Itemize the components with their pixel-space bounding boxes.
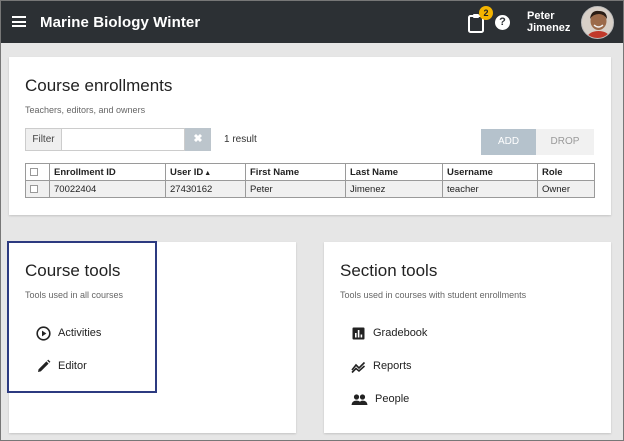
filter-input[interactable] xyxy=(61,128,185,151)
section-tools-title: Section tools xyxy=(340,261,438,280)
hamburger-menu-icon[interactable] xyxy=(12,16,26,27)
row-checkbox[interactable] xyxy=(30,184,38,193)
select-all-cell[interactable] xyxy=(25,163,50,181)
course-tools-subtitle: Tools used in all courses xyxy=(25,290,124,300)
filter-label: Filter xyxy=(25,128,62,151)
close-icon: ✖ xyxy=(193,133,203,145)
tool-reports-label: Reports xyxy=(373,360,412,372)
column-header-first-name[interactable]: First Name xyxy=(245,163,346,181)
user-last-name: Jimenez xyxy=(527,22,571,34)
people-icon xyxy=(351,394,368,405)
table-row[interactable]: 70022404 27430162 Peter Jimenez teacher … xyxy=(25,180,595,198)
drop-button[interactable]: DROP xyxy=(536,129,594,155)
play-circle-icon xyxy=(36,326,51,341)
help-icon[interactable]: ? xyxy=(495,15,510,30)
user-name[interactable]: Peter Jimenez xyxy=(527,10,577,34)
section-tools-subtitle: Tools used in courses with student enrol… xyxy=(340,290,527,300)
tool-editor[interactable]: Editor xyxy=(36,358,156,378)
tool-people[interactable]: People xyxy=(351,391,491,411)
course-enrollments-subtitle: Teachers, editors, and owners xyxy=(25,105,146,115)
tool-reports[interactable]: Reports xyxy=(351,358,491,378)
app-title: Marine Biology Winter xyxy=(40,14,201,31)
column-header-role[interactable]: Role xyxy=(537,163,595,181)
role-cell: Owner xyxy=(537,180,595,198)
select-all-checkbox[interactable] xyxy=(30,167,38,176)
course-enrollments-title: Course enrollments xyxy=(25,76,173,95)
user-first-name: Peter xyxy=(527,10,555,22)
tool-gradebook-label: Gradebook xyxy=(373,327,428,339)
enrollment-id-cell: 70022404 xyxy=(49,180,166,198)
top-app-bar: Marine Biology Winter 2 ? Peter Jimenez xyxy=(1,1,623,43)
tool-activities[interactable]: Activities xyxy=(36,325,156,345)
notification-badge: 2 xyxy=(479,6,493,20)
column-header-user-id[interactable]: User ID▲ xyxy=(165,163,246,181)
clear-filter-button[interactable]: ✖ xyxy=(185,128,211,151)
avatar-portrait-icon xyxy=(582,7,613,38)
row-select-cell[interactable] xyxy=(25,180,50,198)
section-tools-card: Section tools Tools used in courses with… xyxy=(324,242,611,433)
add-button[interactable]: ADD xyxy=(481,129,536,155)
avatar[interactable] xyxy=(581,6,614,39)
column-header-username[interactable]: Username xyxy=(442,163,538,181)
tool-gradebook[interactable]: Gradebook xyxy=(351,325,491,345)
course-tools-card: Course tools Tools used in all courses A… xyxy=(9,242,296,433)
tool-activities-label: Activities xyxy=(58,327,102,339)
username-cell: teacher xyxy=(442,180,538,198)
course-tools-title: Course tools xyxy=(25,261,121,280)
sort-ascending-icon: ▲ xyxy=(204,169,212,177)
bar-chart-icon xyxy=(352,327,365,340)
enrollments-table: Enrollment ID User ID▲ First Name Last N… xyxy=(25,163,595,198)
last-name-cell: Jimenez xyxy=(345,180,443,198)
result-count: 1 result xyxy=(224,134,257,145)
table-header-row: Enrollment ID User ID▲ First Name Last N… xyxy=(25,163,595,181)
user-id-cell: 27430162 xyxy=(165,180,246,198)
first-name-cell: Peter xyxy=(245,180,346,198)
trend-icon xyxy=(351,361,366,374)
column-header-enrollment-id[interactable]: Enrollment ID xyxy=(49,163,166,181)
tool-people-label: People xyxy=(375,393,410,405)
column-header-last-name[interactable]: Last Name xyxy=(345,163,443,181)
course-enrollments-card: Course enrollments Teachers, editors, an… xyxy=(9,57,611,215)
pencil-icon xyxy=(38,359,51,372)
tool-editor-label: Editor xyxy=(58,360,87,372)
